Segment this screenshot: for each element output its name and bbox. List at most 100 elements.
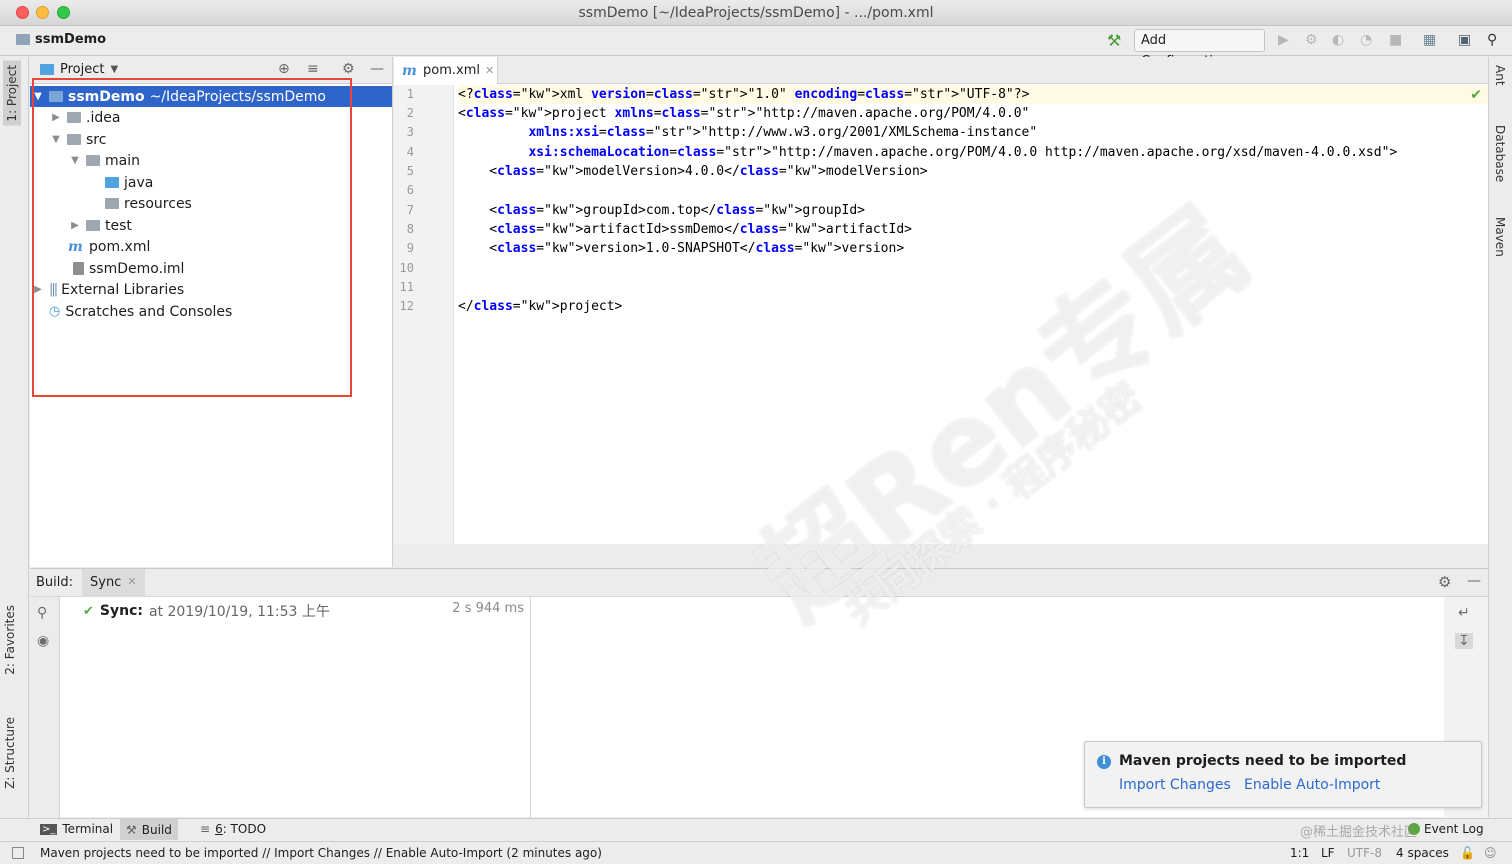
- run-icon[interactable]: ▶: [1278, 32, 1289, 48]
- tab-favorites-toolwindow[interactable]: 2: Favorites: [3, 605, 17, 675]
- module-folder-icon: [49, 91, 63, 102]
- tab-terminal[interactable]: >_ Terminal: [40, 822, 113, 836]
- settings-gear-icon[interactable]: ⚙: [342, 61, 355, 77]
- enable-auto-import-link[interactable]: Enable Auto-Import: [1244, 777, 1380, 793]
- folder-icon: [67, 134, 81, 145]
- expand-arrow-icon[interactable]: ▼: [69, 155, 81, 166]
- line-number: 12: [399, 299, 414, 313]
- toggle-tool-windows-icon[interactable]: [12, 847, 24, 859]
- breadcrumb-project[interactable]: ssmDemo: [16, 32, 106, 47]
- terminal-icon: >_: [40, 823, 58, 835]
- folder-icon: [86, 155, 100, 166]
- sync-title: Sync:: [99, 603, 143, 619]
- hide-panel-icon[interactable]: —: [370, 61, 384, 77]
- scroll-to-end-icon[interactable]: ↧: [1455, 633, 1473, 649]
- tree-item-test[interactable]: ▶ test: [69, 215, 132, 236]
- import-changes-link[interactable]: Import Changes: [1119, 777, 1231, 793]
- build-panel-header: Build: Sync ✕ ⚙ —: [30, 569, 1488, 597]
- tab-ant[interactable]: Ant: [1493, 65, 1507, 86]
- title-bar: ssmDemo [~/IdeaProjects/ssmDemo] - .../p…: [0, 0, 1512, 26]
- close-tab-icon[interactable]: ✕: [485, 64, 494, 77]
- tab-label: Build: [141, 822, 172, 837]
- expand-arrow-icon[interactable]: ▶: [32, 284, 44, 295]
- expand-arrow-icon[interactable]: ▶: [50, 112, 62, 123]
- eye-icon[interactable]: ◉: [37, 633, 49, 649]
- collapse-all-icon[interactable]: ≡: [307, 61, 319, 77]
- stop-icon[interactable]: ■: [1389, 32, 1402, 48]
- tree-item-pom-xml[interactable]: m pom.xml: [68, 236, 150, 257]
- soft-wrap-icon[interactable]: ↵: [1458, 605, 1470, 621]
- tab-database[interactable]: Database: [1493, 125, 1507, 182]
- info-icon: i: [1097, 755, 1111, 769]
- line-number: 5: [406, 164, 414, 178]
- tab-maven[interactable]: Maven: [1493, 217, 1507, 257]
- sync-result-row[interactable]: ✔ Sync: at 2019/10/19, 11:53 上午 2 s 944 …: [83, 601, 528, 621]
- hide-panel-icon[interactable]: —: [1467, 573, 1481, 589]
- window-title: ssmDemo [~/IdeaProjects/ssmDemo] - .../p…: [578, 5, 934, 21]
- tree-item-java[interactable]: java: [105, 172, 153, 193]
- tab-project-toolwindow[interactable]: 1: Project: [3, 61, 21, 126]
- inspection-ok-icon[interactable]: ✔: [1470, 87, 1482, 103]
- tab-structure-toolwindow[interactable]: Z: Structure: [3, 717, 17, 789]
- tab-label: Sync: [90, 575, 122, 590]
- profile-icon[interactable]: ◔: [1360, 32, 1372, 48]
- inspector-icon[interactable]: ☺: [1484, 846, 1497, 860]
- coverage-icon[interactable]: ◐: [1332, 32, 1344, 48]
- expand-arrow-icon[interactable]: ▼: [32, 91, 44, 102]
- search-everywhere-icon[interactable]: ⚲: [1487, 32, 1497, 48]
- locate-file-icon[interactable]: ⊕: [278, 61, 290, 77]
- file-encoding[interactable]: UTF-8: [1347, 846, 1382, 860]
- line-separator[interactable]: LF: [1321, 846, 1335, 860]
- lock-icon[interactable]: 🔓: [1460, 846, 1475, 860]
- line-number: 11: [399, 280, 414, 294]
- tab-event-log[interactable]: Event Log: [1408, 822, 1484, 836]
- sync-detail: at 2019/10/19, 11:53 上午: [148, 604, 330, 620]
- tab-build[interactable]: ⚒ Build: [120, 819, 178, 840]
- tab-label: pom.xml: [423, 63, 480, 78]
- bottom-tool-bar: >_ Terminal ⚒ Build ≡ 6 : TODO Event Log: [0, 818, 1512, 840]
- tree-item-resources[interactable]: resources: [105, 193, 192, 214]
- tree-item-ssmdemo-iml[interactable]: ssmDemo.iml: [73, 258, 184, 279]
- pin-icon[interactable]: ⚲: [37, 605, 47, 621]
- code-line: <?class="kw">xml version=class="str">"1.…: [458, 87, 1030, 102]
- tree-item-ssmdemo[interactable]: ▼ ssmDemo ~/IdeaProjects/ssmDemo: [30, 86, 392, 107]
- build-tree: ✔ Sync: at 2019/10/19, 11:53 上午 2 s 944 …: [61, 597, 531, 818]
- tree-item-idea[interactable]: ▶ .idea: [50, 107, 120, 128]
- folder-icon: [67, 112, 81, 123]
- tree-item-scratches[interactable]: ◷ Scratches and Consoles: [49, 301, 232, 322]
- expand-arrow-icon[interactable]: ▶: [69, 220, 81, 231]
- indent-setting[interactable]: 4 spaces: [1396, 846, 1449, 860]
- tree-item-label: test: [105, 217, 132, 234]
- settings-gear-icon[interactable]: ⚙: [1438, 573, 1451, 591]
- line-number: 1: [406, 87, 414, 101]
- code-line: <class="kw">modelVersion>4.0.0</class="k…: [458, 164, 928, 179]
- close-tab-icon[interactable]: ✕: [127, 575, 136, 591]
- project-structure-icon[interactable]: ▦: [1423, 32, 1436, 48]
- tab-label: : TODO: [222, 822, 267, 836]
- caret-position[interactable]: 1:1: [1290, 846, 1309, 860]
- presentation-icon[interactable]: ▣: [1458, 32, 1471, 48]
- tab-sync[interactable]: Sync ✕: [82, 569, 145, 597]
- line-number: 2: [406, 106, 414, 120]
- expand-arrow-icon[interactable]: ▼: [50, 134, 62, 145]
- add-configuration-button[interactable]: Add Configuration...: [1134, 29, 1265, 69]
- tab-pom-xml[interactable]: m pom.xml ✕: [394, 57, 498, 84]
- project-view-selector[interactable]: Project ▼: [40, 62, 118, 77]
- code-line: xmlns:xsi=class="str">"http://www.w3.org…: [528, 125, 1038, 140]
- tree-item-src[interactable]: ▼ src: [50, 129, 106, 150]
- right-tool-strip: Ant Database Maven: [1488, 57, 1512, 817]
- build-hammer-icon[interactable]: ⚒: [1107, 31, 1121, 50]
- status-message[interactable]: Maven projects need to be imported // Im…: [40, 846, 602, 860]
- project-panel: Project ▼ ⊕ ≡ ⚙ — ▼ ssmDemo ~/IdeaProjec…: [30, 57, 393, 567]
- tab-label: Event Log: [1424, 822, 1484, 836]
- tree-item-external-libraries[interactable]: ▶ ||| External Libraries: [32, 279, 184, 300]
- breadcrumb-project-label: ssmDemo: [35, 32, 107, 47]
- debug-icon[interactable]: ⚙: [1305, 32, 1318, 48]
- tree-item-label: .idea: [86, 109, 121, 126]
- tree-item-main[interactable]: ▼ main: [69, 150, 140, 171]
- editor-tab-bar: m pom.xml ✕: [394, 57, 1488, 84]
- tab-todo[interactable]: ≡ 6 : TODO: [200, 822, 266, 836]
- build-label: Build:: [36, 575, 74, 590]
- project-folder-icon: [16, 34, 30, 45]
- line-number: 10: [399, 261, 414, 275]
